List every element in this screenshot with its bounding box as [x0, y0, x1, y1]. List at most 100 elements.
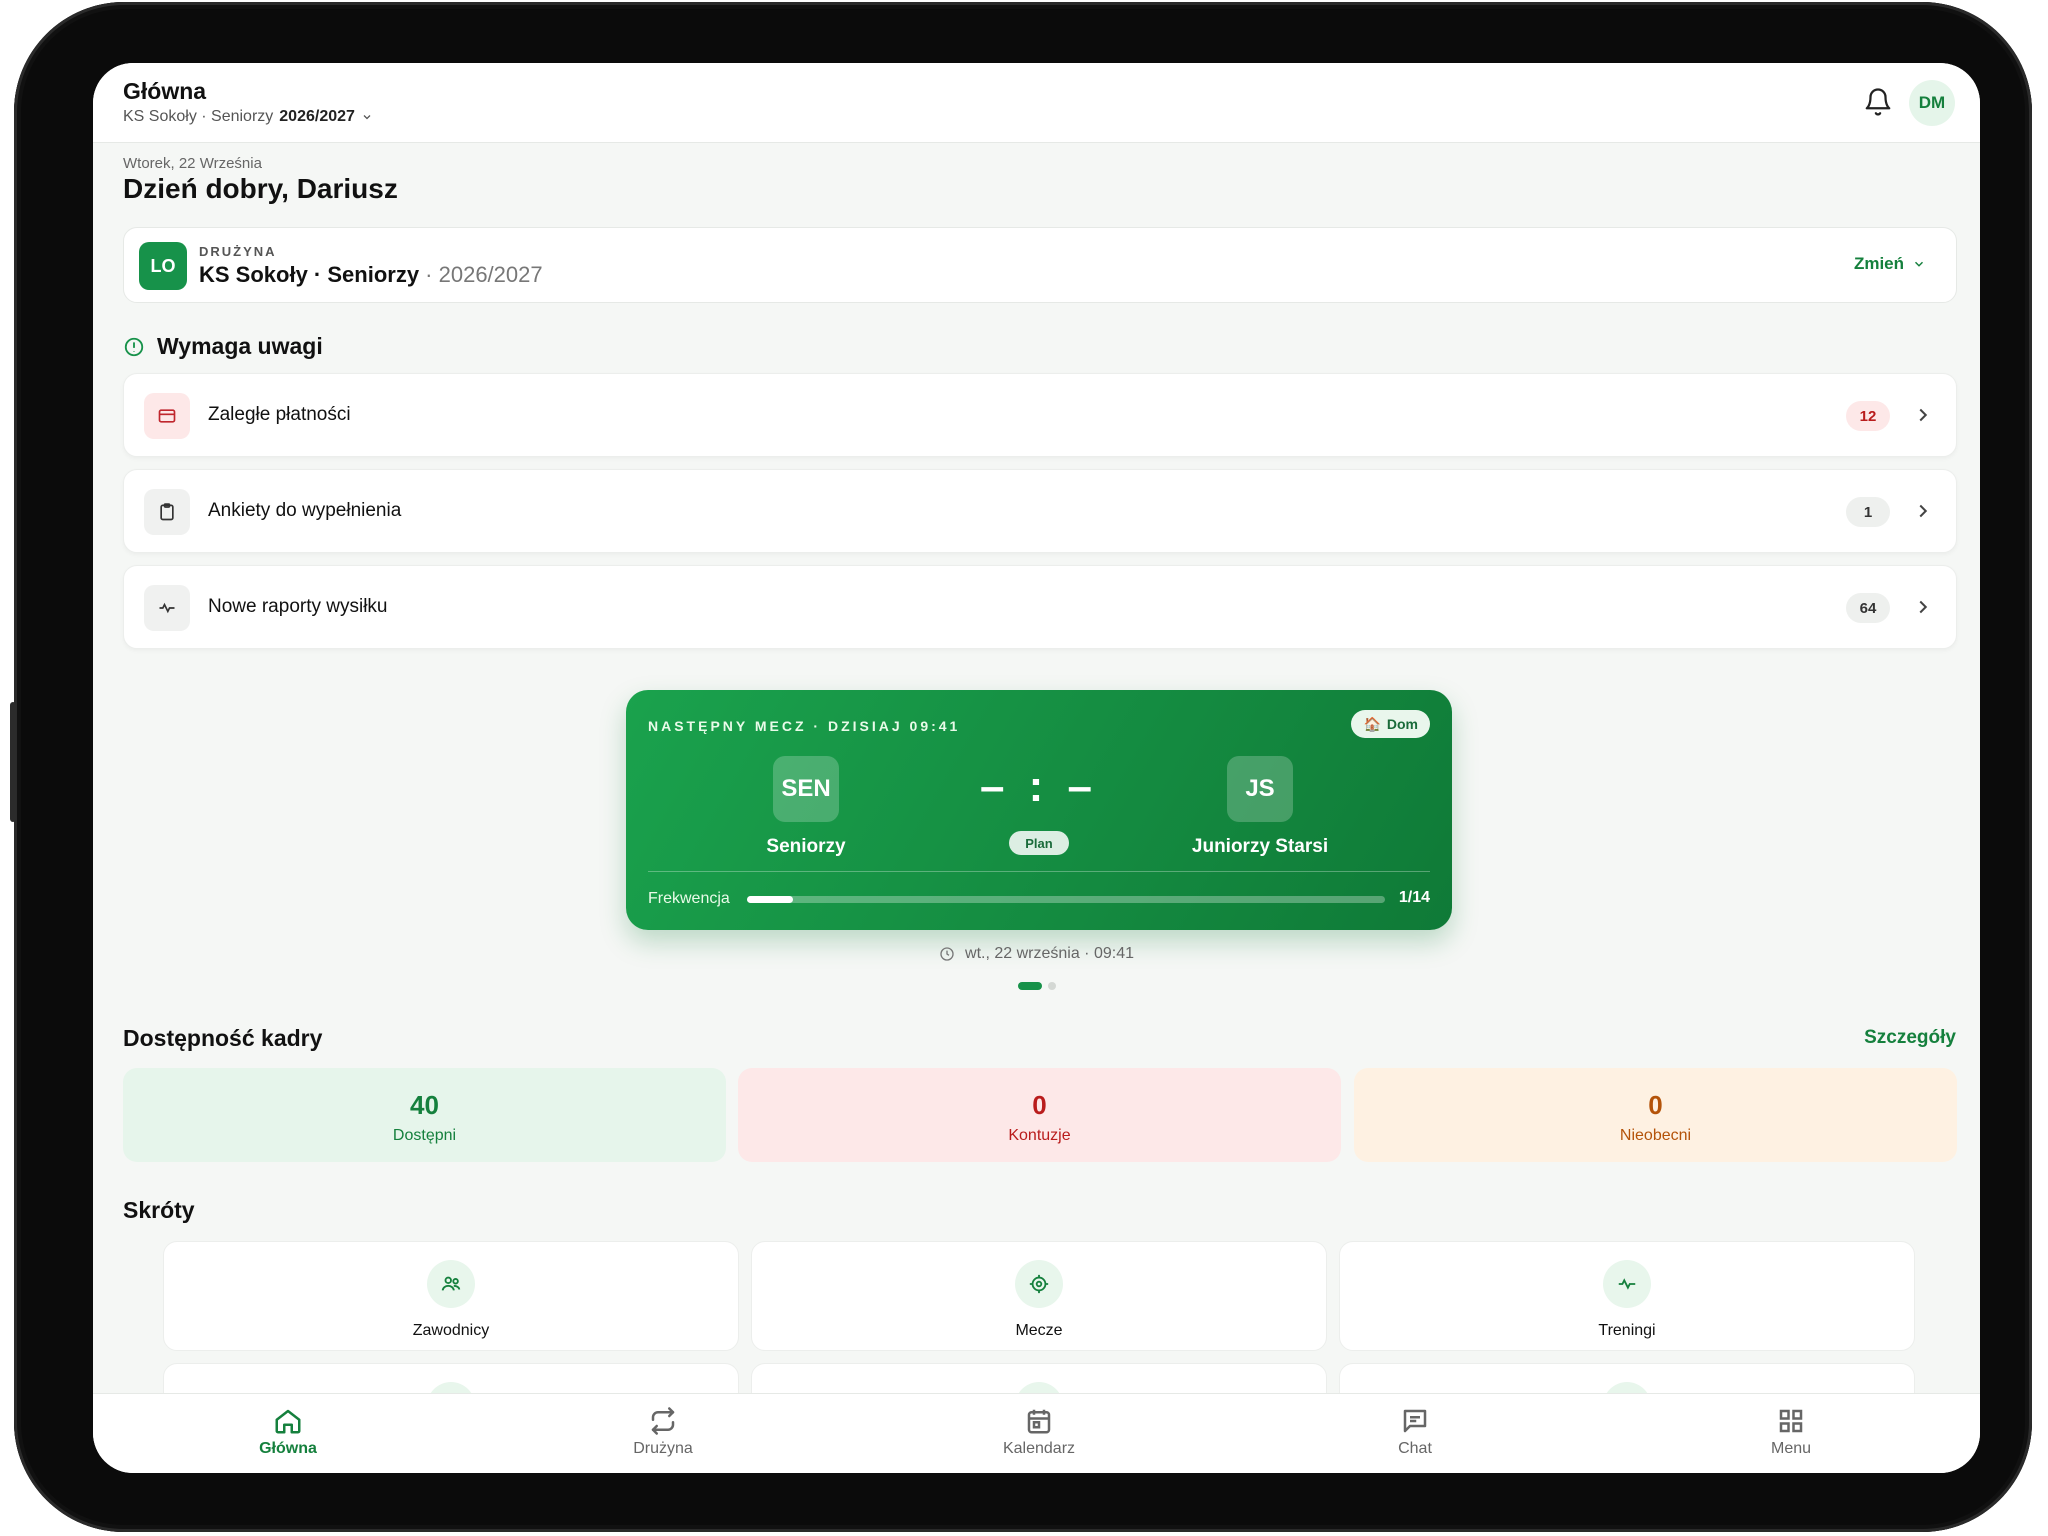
page-title: Główna [123, 78, 207, 104]
match-score: – : – [979, 762, 1099, 811]
home-icon [275, 1409, 301, 1434]
tab-home[interactable]: Główna [208, 1406, 368, 1458]
tab-calendar[interactable]: Kalendarz [959, 1406, 1119, 1458]
clipboard-icon [144, 489, 190, 535]
grid-icon [1779, 1409, 1803, 1433]
shortcut-trainings[interactable]: Treningi [1339, 1241, 1915, 1351]
repeat-icon [651, 1407, 675, 1435]
alert-surveys[interactable]: Ankiety do wypełnienia 1 [123, 469, 1957, 553]
clock-icon [940, 947, 954, 961]
tab-label: Drużyna [633, 1440, 693, 1457]
venue-text: Dom [1386, 716, 1418, 732]
chat-icon [1403, 1409, 1427, 1433]
stat-absent[interactable]: 0 Nieobecni [1354, 1068, 1957, 1162]
calendar-icon [1027, 1409, 1051, 1434]
activity-icon [1603, 1260, 1651, 1308]
attendance-progress-fill [747, 896, 793, 903]
alert-count-badge: 1 [1846, 497, 1890, 527]
team-logo: LO [139, 242, 187, 290]
match-time-text: wt., 22 września · 09:41 [965, 945, 1134, 962]
attendance-value: 1/14 [1398, 889, 1430, 906]
stat-value: 40 [410, 1090, 439, 1120]
chevron-right-icon [1919, 600, 1928, 614]
availability-details-link[interactable]: Szczegóły [1864, 1027, 1956, 1049]
divider [648, 871, 1430, 872]
alert-label: Zaległe płatności [208, 404, 351, 425]
stat-injuries[interactable]: 0 Kontuzje [738, 1068, 1341, 1162]
attendance-label: Frekwencja [648, 890, 730, 907]
away-team-badge: JS [1227, 756, 1293, 822]
club-name: KS Sokoły · Seniorzy [123, 108, 274, 125]
next-match-label: NASTĘPNY MECZ · DZISIAJ 09:41 [648, 718, 961, 734]
alert-overdue-payments[interactable]: Zaległe płatności 12 [123, 373, 1957, 457]
attendance-progress-bar [747, 896, 1385, 903]
tab-label: Chat [1398, 1440, 1432, 1457]
chevron-right-icon [1919, 408, 1928, 422]
current-date: Wtorek, 22 Września [123, 155, 262, 172]
change-team-button[interactable]: Zmień [1854, 254, 1926, 274]
bottom-tab-bar: Główna Drużyna Kalendarz Chat Menu [93, 1393, 1980, 1473]
shortcut-label: Mecze [1015, 1322, 1063, 1339]
stat-label: Nieobecni [1619, 1127, 1692, 1144]
tablet-frame: Główna KS Sokoły · Seniorzy 2026/2027 DM… [10, 2, 2032, 1532]
season-label: 2026/2027 [279, 108, 355, 125]
team-season-text: · 2026/2027 [419, 262, 543, 287]
tab-label: Menu [1770, 1440, 1812, 1457]
team-season-selector[interactable]: KS Sokoły · Seniorzy 2026/2027 [123, 108, 373, 126]
tab-label: Główna [259, 1440, 317, 1457]
change-team-label: Zmień [1853, 254, 1904, 273]
tab-chat[interactable]: Chat [1335, 1406, 1495, 1458]
chevron-right-icon [1919, 504, 1928, 518]
alert-count-badge: 12 [1846, 401, 1890, 431]
avatar[interactable]: DM [1909, 80, 1955, 126]
carousel-indicator[interactable] [93, 982, 1980, 990]
greeting-heading: Dzień dobry, Dariusz [123, 173, 398, 204]
stat-value: 0 [1032, 1090, 1047, 1120]
attention-section-title: Wymaga uwagi [123, 333, 323, 360]
shortcut-label: Treningi [1598, 1322, 1656, 1339]
away-team-name: Juniorzy Starsi [1191, 836, 1329, 857]
availability-title: Dostępność kadry [123, 1025, 323, 1051]
venue-badge: 🏠 Dom [1351, 710, 1430, 738]
carousel-dot-active[interactable] [1017, 982, 1042, 990]
team-card: LO DRUŻYNA KS Sokoły · Seniorzy · 2026/2… [123, 227, 1957, 303]
tab-team[interactable]: Drużyna [583, 1406, 743, 1458]
shortcuts-title: Skróty [123, 1197, 195, 1223]
alert-label: Ankiety do wypełnienia [208, 500, 402, 521]
users-icon [427, 1260, 475, 1308]
stat-value: 0 [1648, 1090, 1663, 1120]
alert-effort-reports[interactable]: Nowe raporty wysiłku 64 [123, 565, 1957, 649]
home-team-name: Seniorzy [766, 836, 846, 857]
app-screen: Główna KS Sokoły · Seniorzy 2026/2027 DM… [93, 63, 1980, 1473]
shortcut-players[interactable]: Zawodnicy [163, 1241, 739, 1351]
carousel-dot[interactable] [1047, 982, 1056, 990]
alert-circle-icon [124, 337, 144, 356]
shortcut-matches[interactable]: Mecze [751, 1241, 1327, 1351]
chevron-down-icon [1914, 261, 1924, 267]
stat-label: Kontuzje [1008, 1127, 1071, 1144]
activity-icon [144, 585, 190, 631]
team-name-text: KS Sokoły · Seniorzy [199, 262, 420, 287]
target-icon [1015, 1260, 1063, 1308]
match-status-badge: Plan [1009, 831, 1069, 855]
alert-label: Nowe raporty wysiłku [208, 596, 388, 617]
credit-card-icon [144, 393, 190, 439]
tab-menu[interactable]: Menu [1711, 1406, 1871, 1458]
home-team: SEN Seniorzy [706, 756, 906, 858]
shortcut-label: Zawodnicy [412, 1322, 490, 1339]
stat-label: Dostępni [392, 1127, 457, 1144]
app-header: Główna KS Sokoły · Seniorzy 2026/2027 DM [93, 63, 1980, 143]
bell-icon[interactable] [1863, 87, 1893, 117]
home-team-badge: SEN [773, 756, 839, 822]
match-time-row: wt., 22 września · 09:41 [93, 945, 1980, 963]
attention-title-text: Wymaga uwagi [157, 333, 323, 359]
stat-available[interactable]: 40 Dostępni [123, 1068, 726, 1162]
team-card-name: KS Sokoły · Seniorzy · 2026/2027 [199, 262, 543, 288]
team-card-label: DRUŻYNA [199, 244, 277, 259]
next-match-card[interactable]: NASTĘPNY MECZ · DZISIAJ 09:41 🏠 Dom SEN S… [626, 690, 1452, 930]
away-team: JS Juniorzy Starsi [1160, 756, 1360, 858]
alert-count-badge: 64 [1846, 593, 1890, 623]
chevron-down-icon [363, 115, 371, 120]
tab-label: Kalendarz [1002, 1440, 1076, 1457]
house-icon: 🏠 [1363, 715, 1381, 732]
